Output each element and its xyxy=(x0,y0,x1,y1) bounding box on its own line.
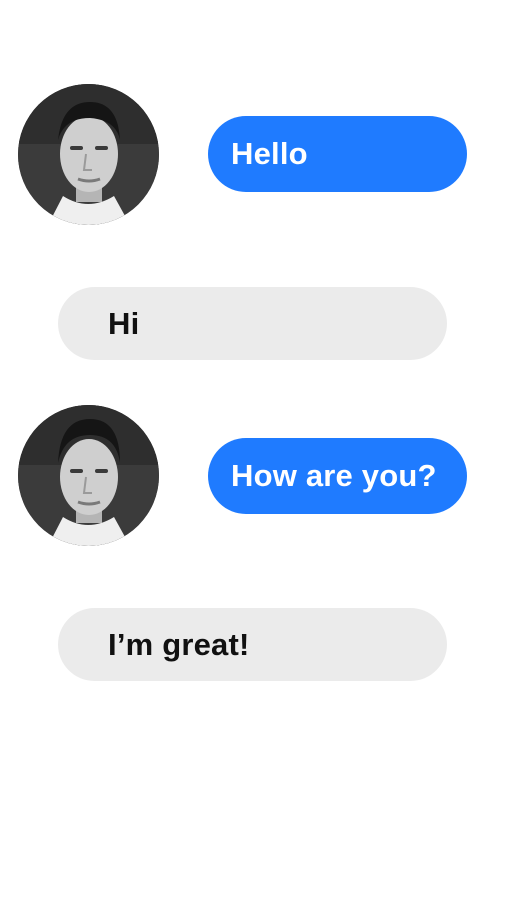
chat-conversation: Hello Hi How are you? I’m great! xyxy=(0,0,506,900)
message-bubble-received[interactable]: I’m great! xyxy=(58,608,447,681)
message-text: Hi xyxy=(108,305,140,341)
profile-photo-icon xyxy=(18,405,159,546)
message-bubble-sent[interactable]: Hello xyxy=(208,116,467,192)
message-text: How are you? xyxy=(231,458,437,493)
message-bubble-received[interactable]: Hi xyxy=(58,287,447,360)
avatar[interactable] xyxy=(18,84,159,225)
message-bubble-sent[interactable]: How are you? xyxy=(208,438,467,514)
avatar[interactable] xyxy=(18,405,159,546)
profile-photo-icon xyxy=(18,84,159,225)
message-text: Hello xyxy=(231,136,308,171)
message-text: I’m great! xyxy=(108,626,250,662)
